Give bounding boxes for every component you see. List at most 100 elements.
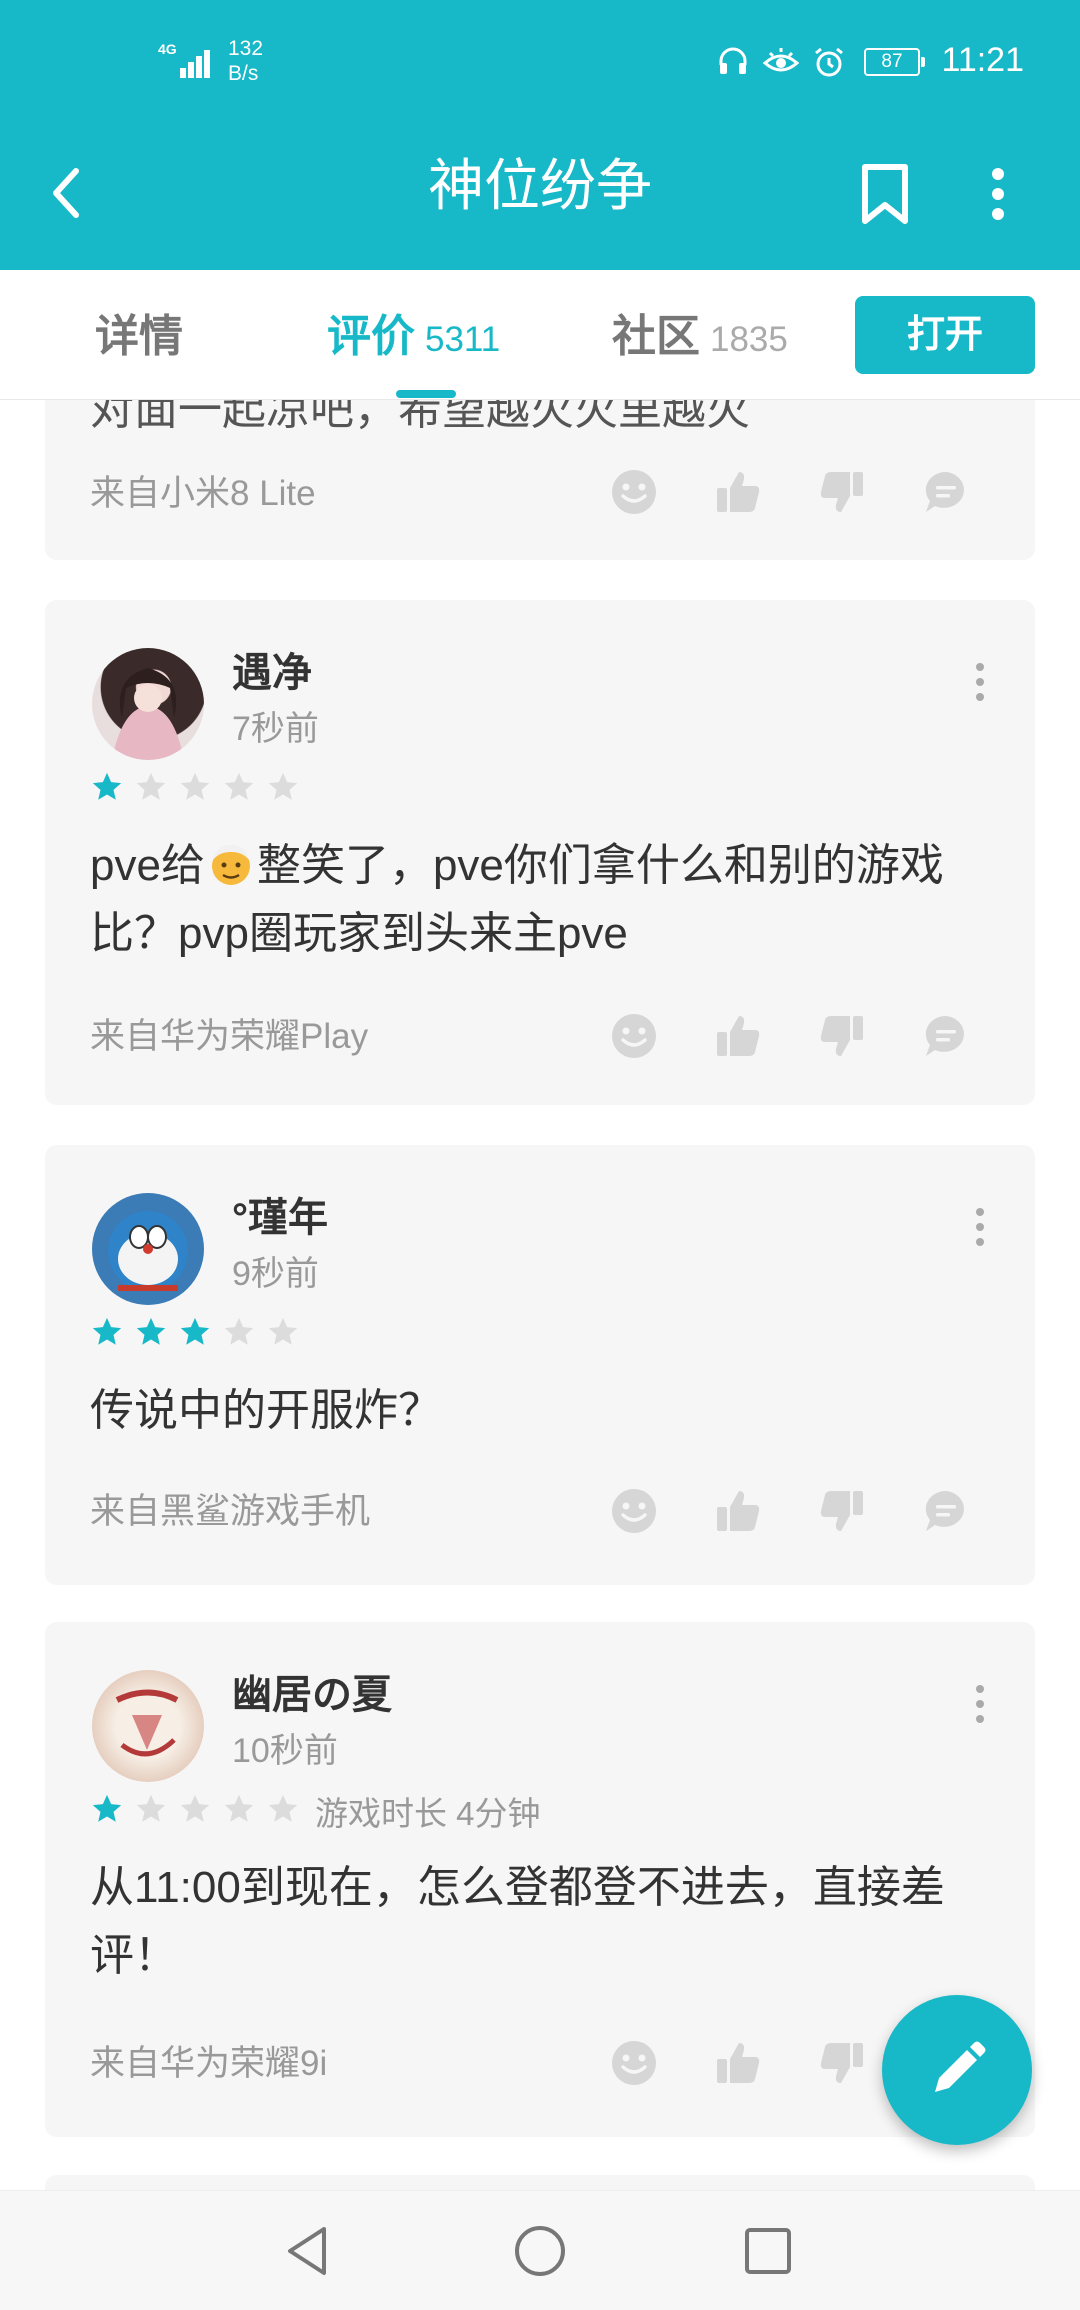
user-avatar[interactable] [92, 648, 204, 760]
alarm-icon [815, 47, 843, 77]
status-bar: 4G 132 B/s 87 11:21 [0, 0, 1080, 125]
review-card [45, 2175, 1035, 2190]
emoji-reaction-icon[interactable] [610, 1012, 658, 1060]
star-empty-icon [268, 1794, 298, 1822]
review-username[interactable]: 幽居の夏 [232, 1670, 392, 1720]
review-content: pve给 整笑了，pve你们拿什么和别的游戏比？pvp圈玩家到头来主pve [90, 841, 944, 958]
emoji-reaction-icon[interactable] [610, 1487, 658, 1535]
signal-icon: 4G [158, 38, 214, 78]
avatar-illustration [115, 1689, 179, 1757]
thumbs-down-icon[interactable] [818, 1487, 866, 1535]
review-time: 10秒前 [232, 1732, 338, 1770]
play-time: 游戏时长 4分钟 [315, 1795, 541, 1832]
tab-community-label: 社区 [612, 312, 700, 361]
tab-details[interactable]: 详情 [95, 302, 183, 372]
review-actions [610, 2039, 866, 2087]
thumbs-up-icon[interactable] [714, 1012, 762, 1060]
old-man-emoji-icon [211, 844, 250, 885]
star-filled-icon [180, 1317, 210, 1345]
review-content: 从11:00到现在，怎么登都登不进去，直接差评！ [90, 1863, 945, 1980]
star-empty-icon [268, 772, 298, 800]
net-speed-unit: B/s [228, 62, 259, 85]
nav-recents-icon [745, 2228, 791, 2274]
nav-recents-button[interactable] [718, 2201, 818, 2301]
avatar-illustration [112, 668, 184, 760]
tab-reviews[interactable]: 评价 5311 [327, 302, 500, 372]
rating-stars [90, 1315, 300, 1349]
eye-comfort-icon [762, 48, 800, 72]
review-username[interactable]: °瑾年 [232, 1193, 328, 1243]
nav-home-button[interactable] [490, 2201, 590, 2301]
tab-community-count: 1835 [710, 320, 788, 359]
more-options-button[interactable] [968, 151, 1028, 237]
review-more-button[interactable] [965, 1674, 995, 1734]
emoji-reaction-icon[interactable] [610, 2039, 658, 2087]
star-empty-icon [224, 1317, 254, 1345]
review-card: 遇净 7秒前 pve给 整笑了，pve你们拿什么和别的游戏比？pvp圈玩家到头来主… [45, 600, 1035, 1105]
back-arrow-icon [53, 168, 79, 218]
user-avatar[interactable] [92, 1193, 204, 1305]
battery-level: 87 [881, 51, 903, 72]
review-device: 来自华为荣耀9i [90, 2044, 328, 2083]
battery-icon: 87 [864, 48, 925, 76]
review-time: 9秒前 [232, 1255, 319, 1293]
review-username[interactable]: 遇净 [232, 648, 312, 698]
app-bar: 神位纷争 [0, 125, 1080, 270]
review-more-button[interactable] [965, 1197, 995, 1257]
net-speed: 132 B/s [228, 36, 263, 86]
status-icons: 87 [716, 42, 925, 82]
thumbs-up-icon[interactable] [714, 2039, 762, 2087]
review-feed[interactable]: 对面一起凉吧，希望越火火里越火 来自小米8 Lite 遇净 7秒前 pve给 整笑… [0, 400, 1080, 2190]
thumbs-down-icon[interactable] [818, 1012, 866, 1060]
star-empty-icon [224, 772, 254, 800]
review-card: 对面一起凉吧，希望越火火里越火 来自小米8 Lite [45, 400, 1035, 560]
write-review-button[interactable] [882, 1995, 1032, 2145]
network-type-label: 4G [158, 41, 177, 57]
header: 4G 132 B/s 87 11:21 神位纷争 [0, 0, 1080, 270]
tab-details-label: 详情 [95, 312, 183, 361]
review-actions [610, 1012, 970, 1060]
star-empty-icon [180, 772, 210, 800]
thumbs-down-icon[interactable] [818, 2039, 866, 2087]
star-filled-icon [136, 1317, 166, 1345]
more-vertical-icon [992, 168, 1004, 220]
rating-stars [90, 770, 300, 804]
review-device: 来自华为荣耀Play [90, 1017, 369, 1056]
bookmark-icon [862, 164, 908, 224]
comment-icon[interactable] [922, 468, 970, 516]
review-device: 来自小米8 Lite [90, 474, 316, 513]
tab-community[interactable]: 社区 1835 [612, 302, 788, 372]
rating-stars [90, 1792, 300, 1826]
nav-home-icon [515, 2226, 565, 2276]
nav-back-button[interactable] [258, 2201, 358, 2301]
thumbs-down-icon[interactable] [818, 468, 866, 516]
tab-reviews-label: 评价 [327, 312, 415, 361]
status-clock: 11:21 [941, 41, 1024, 79]
open-button[interactable]: 打开 [855, 296, 1035, 374]
system-nav-bar [0, 2190, 1080, 2310]
back-button[interactable] [36, 153, 96, 233]
review-more-button[interactable] [965, 652, 995, 712]
comment-icon[interactable] [922, 1487, 970, 1535]
star-empty-icon [224, 1794, 254, 1822]
review-actions [610, 1487, 970, 1535]
bookmark-button[interactable] [850, 151, 920, 237]
emoji-reaction-icon[interactable] [610, 468, 658, 516]
net-speed-value: 132 [228, 37, 264, 60]
thumbs-up-icon[interactable] [714, 1487, 762, 1535]
review-time: 7秒前 [232, 710, 319, 748]
pencil-icon [935, 2041, 986, 2092]
star-filled-icon [92, 1317, 122, 1345]
review-device: 来自黑鲨游戏手机 [90, 1492, 371, 1531]
review-content: 对面一起凉吧，希望越火火里越火 [90, 400, 750, 434]
review-content: 传说中的开服炸？ [90, 1386, 442, 1435]
star-empty-icon [180, 1794, 210, 1822]
user-avatar[interactable] [92, 1670, 204, 1782]
star-empty-icon [268, 1317, 298, 1345]
avatar-illustration [108, 1211, 188, 1291]
comment-icon[interactable] [922, 1012, 970, 1060]
thumbs-up-icon[interactable] [714, 468, 762, 516]
star-filled-icon [92, 1794, 122, 1822]
star-empty-icon [136, 772, 166, 800]
tab-reviews-count: 5311 [425, 320, 501, 359]
